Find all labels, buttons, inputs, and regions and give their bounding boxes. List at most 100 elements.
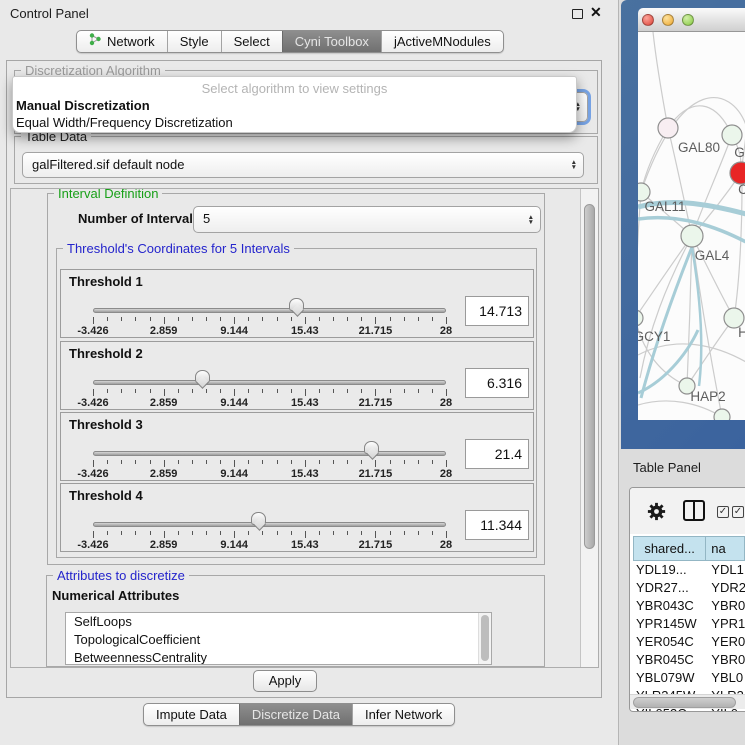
number-of-intervals-combobox[interactable]: 5 ▲▼ bbox=[193, 206, 541, 233]
threshold-value-field[interactable]: 14.713 bbox=[465, 296, 529, 326]
split-pane-icon[interactable] bbox=[683, 500, 705, 521]
table-data-combobox[interactable]: galFiltered.sif default node ▲▼ bbox=[22, 152, 584, 178]
table-cell-shared-name[interactable]: YPR145W bbox=[633, 615, 706, 633]
list-scrollbar-thumb[interactable] bbox=[481, 615, 489, 661]
slider-track[interactable] bbox=[93, 451, 446, 456]
attribute-item-topologicalcoefficient[interactable]: TopologicalCoefficient bbox=[66, 631, 491, 649]
checkbox-icon[interactable]: ✓ bbox=[717, 506, 729, 518]
table-horizontal-scrollbar[interactable] bbox=[630, 694, 745, 709]
network-node[interactable] bbox=[681, 225, 703, 247]
slider-track[interactable] bbox=[93, 308, 446, 313]
algorithm-dropdown-popup: Select algorithm to view settings Manual… bbox=[12, 76, 577, 133]
table-row[interactable]: YDL19...YDL1 bbox=[633, 561, 745, 579]
control-panel-titlebar: Control Panel ✕ bbox=[0, 0, 618, 26]
attribute-item-selfloops[interactable]: SelfLoops bbox=[66, 613, 491, 631]
tab-impute-data[interactable]: Impute Data bbox=[144, 704, 239, 725]
slider-tick bbox=[93, 531, 94, 538]
slider-tick bbox=[150, 389, 151, 393]
dropdown-option-manual-discretization[interactable]: Manual Discretization bbox=[16, 98, 150, 113]
network-node[interactable] bbox=[730, 162, 745, 184]
tab-style[interactable]: Style bbox=[167, 31, 221, 52]
threshold-slider[interactable]: -3.4262.8599.14415.4321.71528 bbox=[61, 413, 461, 482]
slider-track[interactable] bbox=[93, 522, 446, 527]
slider-tick-label: -3.426 bbox=[77, 325, 108, 337]
list-scrollbar[interactable] bbox=[478, 613, 491, 664]
table-toolbar: ✓ ✓ bbox=[630, 488, 745, 534]
table-row[interactable]: YBL079WYBL0 bbox=[633, 669, 745, 687]
column-header-name[interactable]: na bbox=[706, 536, 745, 561]
main-scrollbar[interactable] bbox=[580, 189, 599, 667]
table-cell-shared-name[interactable]: YBL079W bbox=[633, 669, 706, 687]
table-cell-name[interactable]: YDR2 bbox=[706, 579, 745, 597]
network-canvas[interactable]: GAL80GACGAL11GAL4GCY1HHAP2 bbox=[638, 32, 745, 420]
mac-close-button[interactable] bbox=[642, 14, 654, 26]
slider-thumb[interactable] bbox=[251, 512, 266, 525]
close-icon[interactable]: ✕ bbox=[590, 4, 602, 21]
slider-tick bbox=[262, 531, 263, 535]
table-cell-name[interactable]: YDL1 bbox=[706, 561, 745, 579]
table-cell-shared-name[interactable]: YER054C bbox=[633, 633, 706, 651]
threshold-value-field[interactable]: 21.4 bbox=[465, 439, 529, 469]
tab-select[interactable]: Select bbox=[221, 31, 282, 52]
combo-spinner-icon: ▲▼ bbox=[528, 207, 534, 232]
network-node[interactable] bbox=[658, 118, 678, 138]
slider-track[interactable] bbox=[93, 380, 446, 385]
slider-thumb[interactable] bbox=[289, 298, 304, 311]
slider-thumb[interactable] bbox=[364, 441, 379, 454]
slider-tick bbox=[150, 317, 151, 321]
attribute-item-betweennesscentrality[interactable]: BetweennessCentrality bbox=[66, 649, 491, 665]
slider-thumb[interactable] bbox=[195, 370, 210, 383]
threshold-value-field[interactable]: 11.344 bbox=[465, 510, 529, 540]
table-cell-shared-name[interactable]: YBR045C bbox=[633, 651, 706, 669]
number-of-intervals-value: 5 bbox=[203, 211, 210, 226]
mac-minimize-button[interactable] bbox=[662, 14, 674, 26]
slider-tick bbox=[375, 389, 376, 396]
table-cell-name[interactable]: YER0 bbox=[706, 633, 745, 651]
mac-zoom-button[interactable] bbox=[682, 14, 694, 26]
tab-discretize-data[interactable]: Discretize Data bbox=[239, 704, 352, 725]
table-row[interactable]: YDR27...YDR2 bbox=[633, 579, 745, 597]
table-row[interactable]: YBR043CYBR0 bbox=[633, 597, 745, 615]
table-cell-name[interactable]: YBR0 bbox=[706, 597, 745, 615]
column-header-shared-name[interactable]: shared... bbox=[633, 536, 706, 561]
network-edge bbox=[638, 192, 641, 318]
gear-icon[interactable] bbox=[646, 501, 667, 525]
network-node[interactable] bbox=[722, 125, 742, 145]
network-view-window: GAL80GACGAL11GAL4GCY1HHAP2 bbox=[621, 0, 745, 449]
table-cell-name[interactable]: YPR1 bbox=[706, 615, 745, 633]
apply-button[interactable]: Apply bbox=[253, 670, 317, 692]
slider-tick bbox=[375, 531, 376, 538]
tab-label: Discretize Data bbox=[252, 704, 340, 725]
table-row[interactable]: YBR045CYBR0 bbox=[633, 651, 745, 669]
network-node[interactable] bbox=[638, 310, 643, 326]
slider-tick-label: 2.859 bbox=[150, 539, 178, 551]
threshold-slider[interactable]: -3.4262.8599.14415.4321.71528 bbox=[61, 342, 461, 411]
table-cell-shared-name[interactable]: YDL19... bbox=[633, 561, 706, 579]
slider-tick bbox=[192, 389, 193, 393]
threshold-slider[interactable]: -3.4262.8599.14415.4321.71528 bbox=[61, 270, 461, 339]
main-scrollbar-thumb[interactable] bbox=[584, 204, 595, 549]
slider-tick bbox=[277, 317, 278, 321]
slider-tick-label: 21.715 bbox=[359, 397, 393, 409]
tab-network[interactable]: Network bbox=[77, 31, 167, 52]
threshold-panel-4: Threshold 4-3.4262.8599.14415.4321.71528… bbox=[60, 483, 534, 552]
tab-cyni-toolbox[interactable]: Cyni Toolbox bbox=[282, 31, 381, 52]
slider-tick bbox=[107, 531, 108, 535]
checkbox-icon[interactable]: ✓ bbox=[732, 506, 744, 518]
table-row[interactable]: YER054CYER0 bbox=[633, 633, 745, 651]
slider-tick bbox=[418, 531, 419, 535]
table-row[interactable]: YPR145WYPR1 bbox=[633, 615, 745, 633]
dropdown-option-equal-width-frequency[interactable]: Equal Width/Frequency Discretization bbox=[16, 115, 233, 130]
float-window-icon[interactable] bbox=[572, 9, 583, 19]
threshold-slider[interactable]: -3.4262.8599.14415.4321.71528 bbox=[61, 484, 461, 553]
tab-infer-network[interactable]: Infer Network bbox=[352, 704, 454, 725]
table-hscroll-thumb[interactable] bbox=[633, 697, 736, 708]
table-cell-name[interactable]: YBL0 bbox=[706, 669, 745, 687]
network-node[interactable] bbox=[714, 409, 730, 420]
numerical-attributes-list[interactable]: SelfLoopsTopologicalCoefficientBetweenne… bbox=[65, 612, 492, 665]
table-cell-name[interactable]: YBR0 bbox=[706, 651, 745, 669]
table-cell-shared-name[interactable]: YDR27... bbox=[633, 579, 706, 597]
tab-jactivemnodules[interactable]: jActiveMNodules bbox=[381, 31, 503, 52]
threshold-value-field[interactable]: 6.316 bbox=[465, 368, 529, 398]
table-cell-shared-name[interactable]: YBR043C bbox=[633, 597, 706, 615]
